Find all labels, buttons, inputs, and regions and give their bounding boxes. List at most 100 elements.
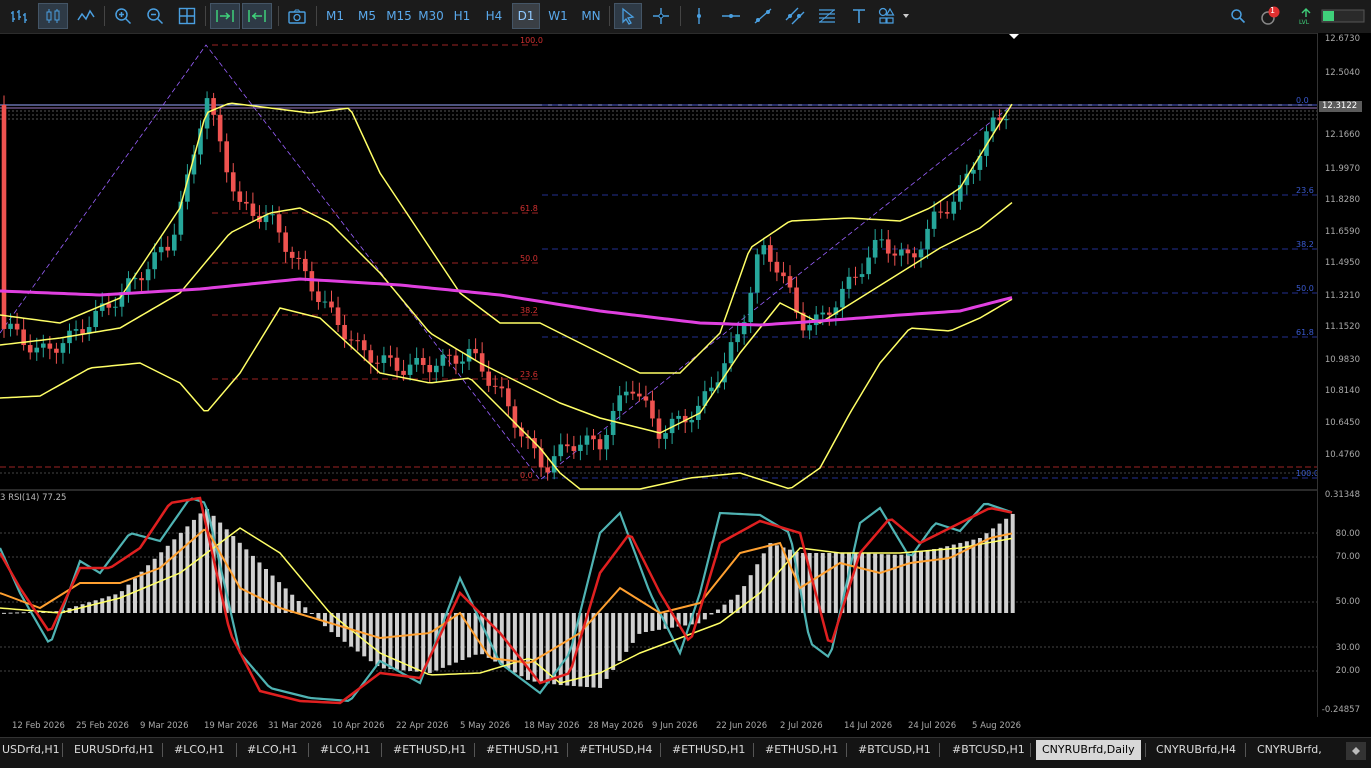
text-tool-icon[interactable] (846, 3, 872, 29)
date-tick: 18 May 2026 (524, 721, 580, 731)
vertical-line-icon[interactable] (686, 3, 712, 29)
shapes-dropdown-icon[interactable] (876, 3, 914, 29)
candle-body (316, 291, 321, 302)
candle-body (918, 249, 924, 258)
signal-icon[interactable]: LVL (1294, 3, 1318, 29)
rsi-histogram-bar (768, 543, 773, 613)
candle-body (931, 211, 937, 229)
timeframe-h4[interactable]: H4 (481, 3, 507, 29)
time-axis[interactable]: 12 Feb 2026 25 Feb 2026 9 Mar 2026 19 Ma… (0, 717, 1317, 737)
candle-body (244, 201, 249, 204)
chart-tab[interactable]: #ETHUSD,H4 (573, 740, 658, 760)
candle-body (434, 365, 439, 373)
cursor-icon[interactable] (614, 3, 642, 29)
search-icon[interactable] (1226, 3, 1250, 29)
candle-body (348, 339, 354, 341)
rsi-histogram-bar (879, 554, 884, 613)
rsi-histogram-bar (119, 591, 124, 613)
fib-level-label: 0.0 (520, 471, 533, 480)
candle-body (571, 446, 577, 451)
chart-tab[interactable]: #ETHUSD,H1 (759, 740, 844, 760)
connection-status-icon[interactable] (1320, 3, 1366, 29)
zoom-in-icon[interactable] (110, 3, 136, 29)
rsi-histogram-bar (781, 547, 786, 613)
rsi-histogram-bar (637, 613, 642, 634)
chart-tab[interactable]: CNYRUBrfd,H4 (1150, 740, 1242, 760)
rsi-histogram-bar (1004, 518, 1009, 613)
chart-tab[interactable]: #BTCUSD,H1 (852, 740, 937, 760)
rsi-histogram-bar (21, 612, 26, 614)
notifications-icon[interactable]: 1 (1256, 3, 1284, 29)
timeframe-d1[interactable]: D1 (512, 3, 540, 29)
screenshot-icon[interactable] (284, 3, 310, 29)
date-tick: 31 Mar 2026 (268, 721, 322, 731)
candle-body (492, 385, 498, 387)
rsi-histogram-bar (702, 613, 707, 620)
rsi-histogram-bar (80, 604, 85, 613)
candle-body (971, 169, 976, 174)
crosshair-icon[interactable] (648, 3, 674, 29)
candle-body (853, 276, 858, 278)
timeframe-w1[interactable]: W1 (545, 3, 571, 29)
auto-scroll-icon[interactable] (210, 3, 240, 29)
chart-tab[interactable]: #LCO,H1 (241, 740, 303, 760)
candle-body (394, 357, 400, 371)
candle-body (774, 261, 780, 273)
rsi-indicator-label: 3 RSI(14) 77.25 (0, 493, 67, 503)
candle-body (728, 342, 734, 364)
candle-body (342, 324, 347, 340)
price-chart[interactable]: 100.0 61.8 50.0 38.2 23.6 0.0 0.0 23.6 38.2 50.0 6… (0, 33, 1317, 717)
candlestick-icon[interactable] (38, 3, 68, 29)
candle-body (885, 239, 891, 254)
candle-body (768, 245, 773, 262)
zoom-out-icon[interactable] (142, 3, 168, 29)
timeframe-m30[interactable]: M30 (416, 3, 446, 29)
candle-body (820, 312, 826, 315)
candle-body (584, 435, 590, 445)
chart-tab[interactable]: #ETHUSD,H1 (666, 740, 751, 760)
rsi-histogram-bar (309, 613, 314, 614)
candle-body (41, 343, 46, 348)
chart-tab[interactable]: #ETHUSD,H1 (387, 740, 472, 760)
candle-body (630, 391, 636, 394)
date-tick: 19 Mar 2026 (204, 721, 258, 731)
chart-tab-active[interactable]: CNYRUBrfd,Daily (1036, 740, 1141, 760)
candle-body (604, 434, 609, 450)
rsi-tick: 70.00 (1335, 552, 1360, 562)
timeframe-h1[interactable]: H1 (449, 3, 475, 29)
rsi-histogram-bar (532, 613, 537, 682)
grid-icon[interactable] (174, 3, 200, 29)
timeframe-m5[interactable]: M5 (353, 3, 381, 29)
candle-body (990, 117, 996, 132)
candle-body (407, 364, 413, 375)
date-tick: 12 Feb 2026 (12, 721, 65, 731)
price-scale[interactable]: 12.6730 12.5040 12.1660 11.9970 11.8280 … (1317, 33, 1371, 717)
timeframe-mn[interactable]: MN (577, 3, 605, 29)
rsi-histogram-bar (191, 519, 196, 613)
chart-tab[interactable]: #BTCUSD,H1 (946, 740, 1031, 760)
price-tick: 10.8140 (1324, 386, 1360, 396)
chart-tab[interactable]: CNYRUBrfd, (1251, 740, 1328, 760)
chart-tab[interactable]: #LCO,H1 (168, 740, 230, 760)
chart-tab[interactable]: EURUSDrfd,H1 (68, 740, 160, 760)
fib-level-label: 38.2 (520, 306, 538, 315)
timeframe-m1[interactable]: M1 (321, 3, 349, 29)
channel-icon[interactable] (782, 3, 808, 29)
line-chart-icon[interactable] (72, 3, 100, 29)
chart-tab[interactable]: #ETHUSD,H1 (480, 740, 565, 760)
candle-body (8, 323, 13, 329)
candle-body (270, 214, 275, 216)
timeframe-m15[interactable]: M15 (384, 3, 414, 29)
chart-tab[interactable]: USDrfd,H1 (0, 740, 66, 760)
chart-shift-icon[interactable] (242, 3, 272, 29)
date-tick: 25 Feb 2026 (76, 721, 129, 731)
fib-level-label: 61.8 (1296, 328, 1314, 337)
chart-tab[interactable]: #LCO,H1 (314, 740, 376, 760)
candle-body (54, 348, 59, 353)
trendline-icon[interactable] (750, 3, 776, 29)
tab-scroll-icon[interactable] (1346, 742, 1366, 760)
candle-body (1003, 119, 1009, 121)
bar-chart-icon[interactable] (6, 3, 32, 29)
horizontal-line-icon[interactable] (718, 3, 744, 29)
fibonacci-icon[interactable] (814, 3, 840, 29)
